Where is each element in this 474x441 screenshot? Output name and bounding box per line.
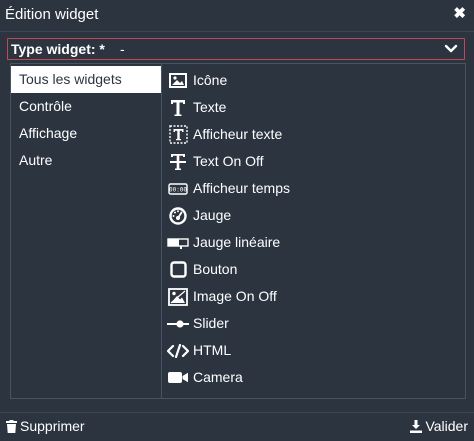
text-icon [167, 98, 189, 117]
widget-list: Icône Texte Afficheur texte Text On Off [165, 64, 465, 398]
text-on-off-icon [167, 152, 189, 171]
dialog-titlebar: Édition widget ✖ [0, 0, 474, 32]
camera-icon [167, 368, 189, 387]
widget-item-button[interactable]: Bouton [165, 256, 455, 283]
widget-picker-panel: Tous les widgets Contrôle Affichage Autr… [10, 63, 466, 399]
widget-label: Texte [193, 99, 227, 115]
widget-item-slider[interactable]: Slider [165, 310, 455, 337]
widget-item-text-display[interactable]: Afficheur texte [165, 121, 455, 148]
type-widget-value: - [120, 41, 125, 57]
slider-icon [167, 314, 189, 333]
widget-item-linear-gauge[interactable]: Jauge linéaire [165, 229, 455, 256]
widget-item-image-on-off[interactable]: Image On Off [165, 283, 455, 310]
category-control[interactable]: Contrôle [11, 93, 161, 120]
widget-item-text-on-off[interactable]: Text On Off [165, 148, 455, 175]
widget-label: Text On Off [193, 153, 264, 169]
widget-label: Image On Off [193, 288, 277, 304]
text-display-icon [167, 125, 189, 144]
widget-item-time-display[interactable]: 00:00 Afficheur temps [165, 175, 455, 202]
gauge-icon [167, 206, 189, 225]
widget-label: Camera [193, 369, 243, 385]
widget-label: Afficheur temps [193, 180, 291, 196]
category-list: Tous les widgets Contrôle Affichage Autr… [11, 64, 162, 398]
validate-button[interactable]: Valider [410, 418, 468, 434]
widget-item-html[interactable]: HTML [165, 337, 455, 364]
time-display-icon: 00:00 [167, 179, 189, 198]
widget-label: Slider [193, 315, 229, 331]
dialog-title: Édition widget [5, 6, 99, 23]
widget-label: Jauge [193, 207, 232, 223]
dialog-footer: Supprimer Valider [0, 412, 474, 441]
download-icon [410, 419, 423, 433]
type-widget-select[interactable]: Type widget: * - [7, 38, 465, 60]
widget-label: Icône [193, 72, 228, 88]
category-display[interactable]: Affichage [11, 120, 161, 147]
widget-label: Afficheur texte [193, 126, 283, 142]
delete-button[interactable]: Supprimer [6, 418, 85, 434]
widget-label: HTML [193, 342, 232, 358]
widget-item-text[interactable]: Texte [165, 94, 455, 121]
validate-button-label: Valider [425, 418, 468, 434]
image-on-off-icon [167, 287, 189, 306]
widget-item-camera[interactable]: Camera [165, 364, 455, 391]
widget-item-gauge[interactable]: Jauge [165, 202, 455, 229]
trash-icon [6, 419, 17, 433]
type-widget-label: Type widget: * [11, 41, 105, 57]
linear-gauge-icon [167, 233, 189, 252]
delete-button-label: Supprimer [20, 418, 85, 434]
chevron-down-icon [444, 44, 458, 53]
category-all-widgets[interactable]: Tous les widgets [11, 66, 161, 93]
image-icon [167, 71, 189, 90]
widget-label: Bouton [193, 261, 238, 277]
category-other[interactable]: Autre [11, 147, 161, 174]
button-icon [167, 260, 189, 279]
code-icon [167, 341, 189, 360]
close-icon[interactable]: ✖ [453, 5, 466, 23]
widget-label: Jauge linéaire [193, 234, 281, 250]
svg-text:00:00: 00:00 [169, 186, 187, 193]
widget-item-icon[interactable]: Icône [165, 67, 455, 94]
